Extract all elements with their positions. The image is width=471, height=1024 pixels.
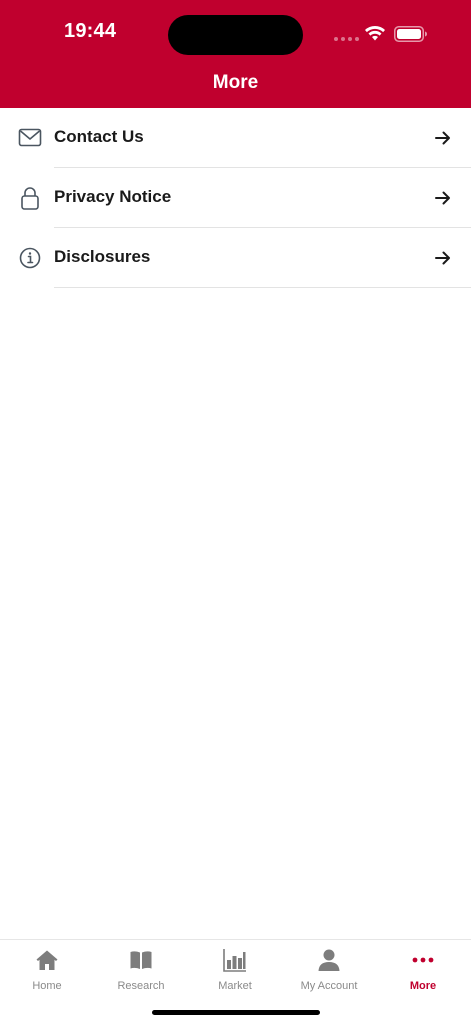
home-icon [36,950,58,970]
tab-home[interactable]: Home [0,940,94,1000]
tab-label: Research [117,980,165,992]
mail-icon [18,128,42,147]
menu-item-label: Disclosures [54,247,151,266]
menu-item-label: Privacy Notice [54,187,172,206]
tab-market[interactable]: Market [188,940,282,1000]
battery-icon [394,26,427,42]
tab-more[interactable]: More [376,940,470,1000]
dynamic-island [168,15,303,55]
tab-label: More [409,980,437,992]
tab-label: My Account [300,980,358,992]
arrow-right-icon [435,191,450,205]
menu-item-privacy-notice[interactable]: Privacy Notice [0,168,471,228]
tab-label: Home [32,980,62,992]
menu-item-disclosures[interactable]: Disclosures [0,228,471,288]
arrow-right-icon [435,251,450,265]
header-bar: 19:44 More [0,0,471,108]
info-icon [19,247,41,269]
more-menu-list: Contact Us Privacy Notice Disclosures [0,108,471,288]
menu-item-contact-us[interactable]: Contact Us [0,108,471,168]
more-screen: 19:44 More Contact Us Privacy Notice Dis… [0,0,471,1024]
tab-label: Market [218,980,252,992]
book-icon [130,951,152,969]
menu-item-label: Contact Us [54,127,144,146]
wifi-icon [365,26,385,41]
status-time: 19:44 [64,20,117,42]
arrow-right-icon [435,131,450,145]
more-dots-icon [412,957,434,963]
divider [54,287,471,288]
tab-research[interactable]: Research [94,940,188,1000]
person-icon [318,949,340,971]
cellular-signal-icon [334,37,359,41]
home-indicator[interactable] [152,1010,320,1015]
lock-icon [21,187,39,210]
tab-my-account[interactable]: My Account [282,940,376,1000]
bar-chart-icon [223,949,246,972]
page-title: More [212,72,259,93]
